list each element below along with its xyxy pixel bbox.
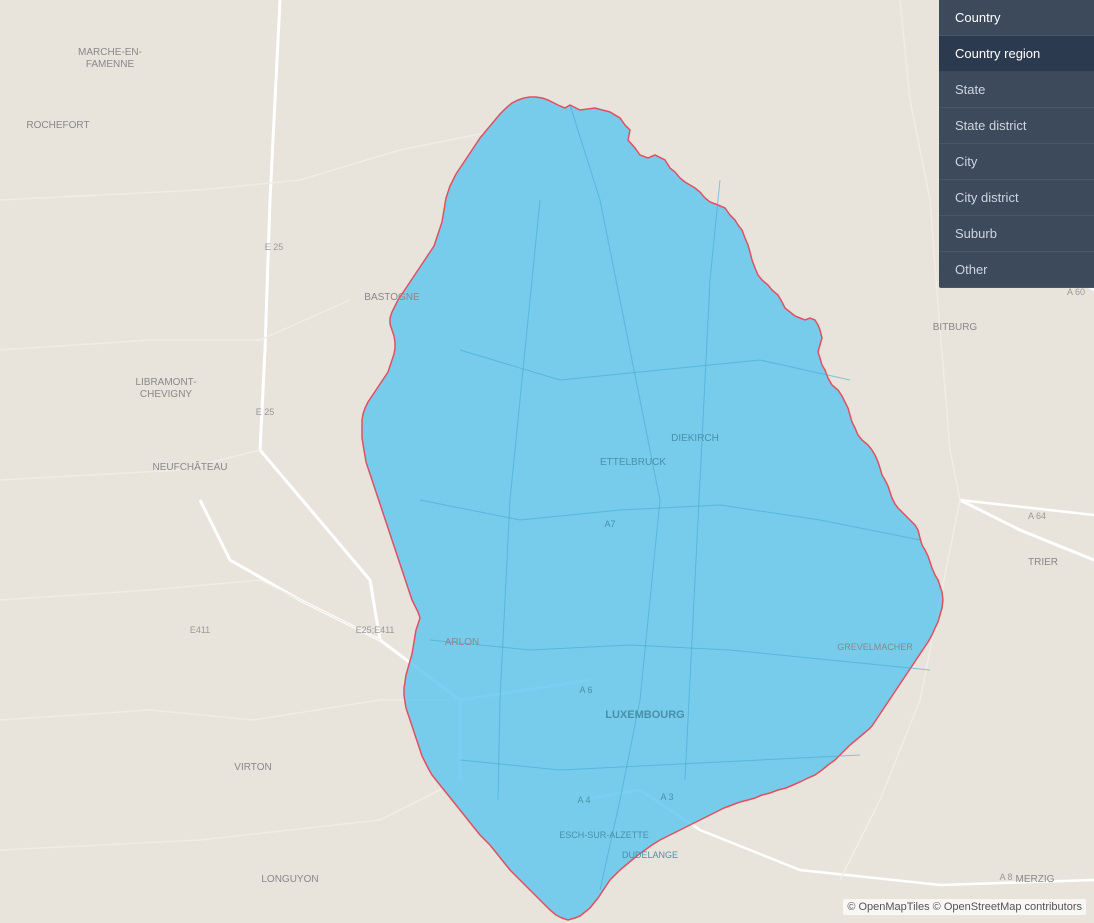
svg-text:DUDELANGE: DUDELANGE bbox=[622, 850, 678, 860]
svg-text:VIRTON: VIRTON bbox=[234, 762, 271, 773]
svg-text:NEUFCHÂTEAU: NEUFCHÂTEAU bbox=[152, 460, 227, 473]
menu-item-suburb[interactable]: Suburb bbox=[939, 216, 1094, 252]
svg-text:A 3: A 3 bbox=[660, 792, 673, 802]
menu-item-country[interactable]: Country bbox=[939, 0, 1094, 36]
svg-text:E411: E411 bbox=[190, 625, 210, 635]
svg-text:MARCHE-EN-: MARCHE-EN- bbox=[78, 47, 142, 58]
map-container[interactable]: MARCHE-EN- FAMENNE ROCHEFORT BASTOGNE LI… bbox=[0, 0, 1094, 923]
svg-text:A 4: A 4 bbox=[577, 795, 590, 805]
svg-text:GREVELMACHER: GREVELMACHER bbox=[837, 642, 913, 652]
menu-item-state-district[interactable]: State district bbox=[939, 108, 1094, 144]
svg-text:ESCH-SUR-ALZETTE: ESCH-SUR-ALZETTE bbox=[559, 830, 649, 840]
svg-text:BITBURG: BITBURG bbox=[933, 322, 978, 333]
svg-text:E 25: E 25 bbox=[256, 407, 275, 417]
svg-text:TRIER: TRIER bbox=[1028, 557, 1058, 568]
svg-text:ETTELBRUCK: ETTELBRUCK bbox=[600, 457, 666, 468]
map-attribution: © OpenMapTiles © OpenStreetMap contribut… bbox=[843, 899, 1086, 915]
menu-item-city-district[interactable]: City district bbox=[939, 180, 1094, 216]
svg-text:LONGUYON: LONGUYON bbox=[261, 874, 318, 885]
svg-text:A 60: A 60 bbox=[1067, 287, 1085, 297]
svg-text:E 25: E 25 bbox=[265, 242, 284, 252]
svg-text:MERZIG: MERZIG bbox=[1016, 874, 1055, 885]
svg-text:ARLON: ARLON bbox=[445, 637, 479, 648]
dropdown-menu: Country Country region State State distr… bbox=[939, 0, 1094, 288]
menu-item-state[interactable]: State bbox=[939, 72, 1094, 108]
menu-item-other[interactable]: Other bbox=[939, 252, 1094, 288]
svg-text:LUXEMBOURG: LUXEMBOURG bbox=[605, 709, 684, 721]
svg-text:CHEVIGNY: CHEVIGNY bbox=[140, 389, 193, 400]
svg-text:BASTOGNE: BASTOGNE bbox=[364, 292, 420, 303]
svg-text:A7: A7 bbox=[604, 519, 615, 529]
svg-text:E25;E411: E25;E411 bbox=[356, 625, 395, 635]
svg-text:LIBRAMONT-: LIBRAMONT- bbox=[135, 377, 196, 388]
svg-text:FAMENNE: FAMENNE bbox=[86, 59, 135, 70]
svg-text:A 64: A 64 bbox=[1028, 511, 1046, 521]
map-svg: MARCHE-EN- FAMENNE ROCHEFORT BASTOGNE LI… bbox=[0, 0, 1094, 923]
svg-text:DIEKIRCH: DIEKIRCH bbox=[671, 433, 719, 444]
svg-text:ROCHEFORT: ROCHEFORT bbox=[26, 120, 89, 131]
svg-text:A 6: A 6 bbox=[579, 685, 592, 695]
svg-text:A 8: A 8 bbox=[999, 872, 1012, 882]
menu-item-country-region[interactable]: Country region bbox=[939, 36, 1094, 72]
menu-item-city[interactable]: City bbox=[939, 144, 1094, 180]
